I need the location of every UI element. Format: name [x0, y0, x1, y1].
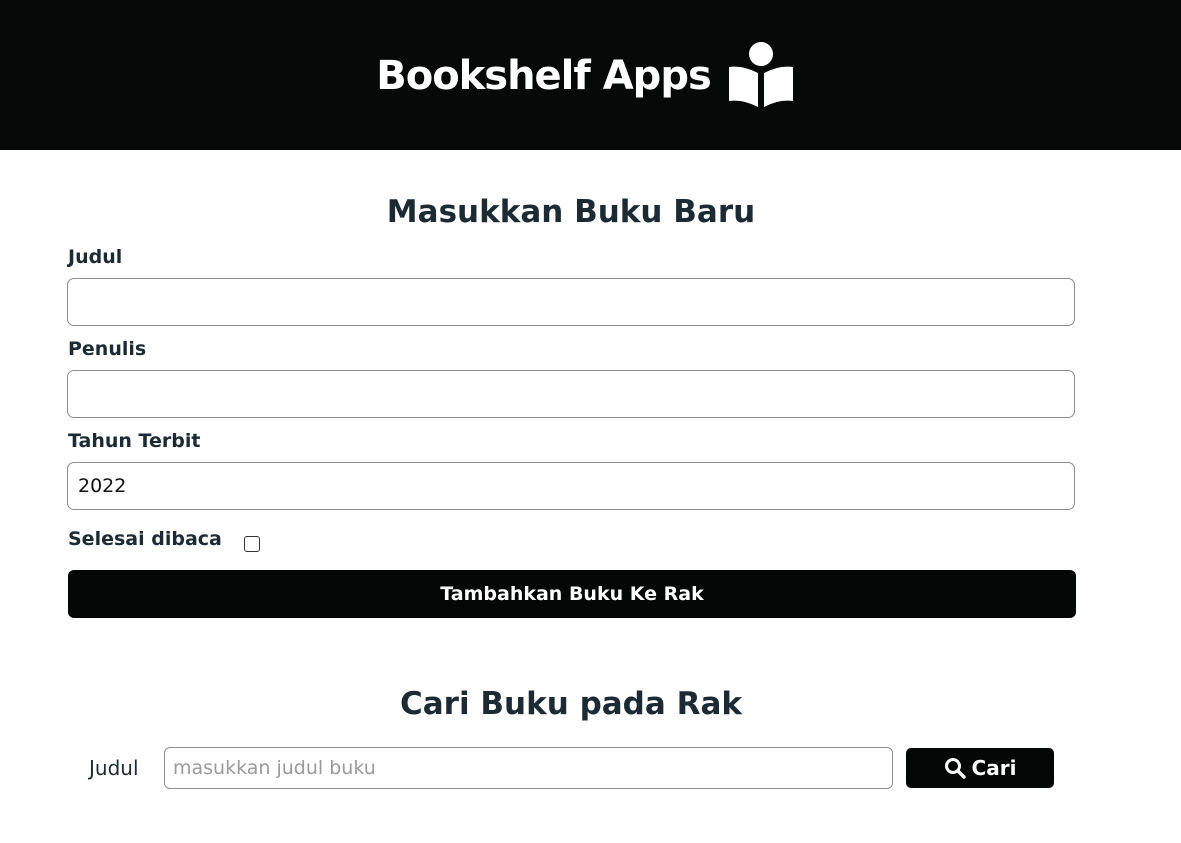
search-icon	[944, 757, 966, 779]
search-button[interactable]: Cari	[906, 748, 1054, 788]
app-header: Bookshelf Apps	[0, 0, 1181, 150]
complete-label: Selesai dibaca	[68, 528, 222, 550]
search-button-label: Cari	[971, 756, 1017, 780]
year-label: Tahun Terbit	[68, 430, 201, 452]
title-input[interactable]	[67, 278, 1075, 326]
add-book-button[interactable]: Tambahkan Buku Ke Rak	[68, 570, 1076, 618]
search-heading: Cari Buku pada Rak	[400, 686, 742, 722]
app-title: Bookshelf Apps	[376, 53, 712, 99]
author-label: Penulis	[68, 338, 147, 360]
header-brand: Bookshelf Apps	[376, 41, 797, 111]
complete-checkbox[interactable]	[244, 536, 260, 552]
reader-icon	[725, 41, 797, 111]
year-input[interactable]	[67, 462, 1075, 510]
add-book-button-label: Tambahkan Buku Ke Rak	[440, 583, 704, 605]
add-book-heading: Masukkan Buku Baru	[386, 194, 756, 230]
search-input[interactable]	[164, 747, 893, 789]
title-label: Judul	[68, 246, 123, 268]
search-label: Judul	[89, 756, 139, 780]
author-input[interactable]	[67, 370, 1075, 418]
